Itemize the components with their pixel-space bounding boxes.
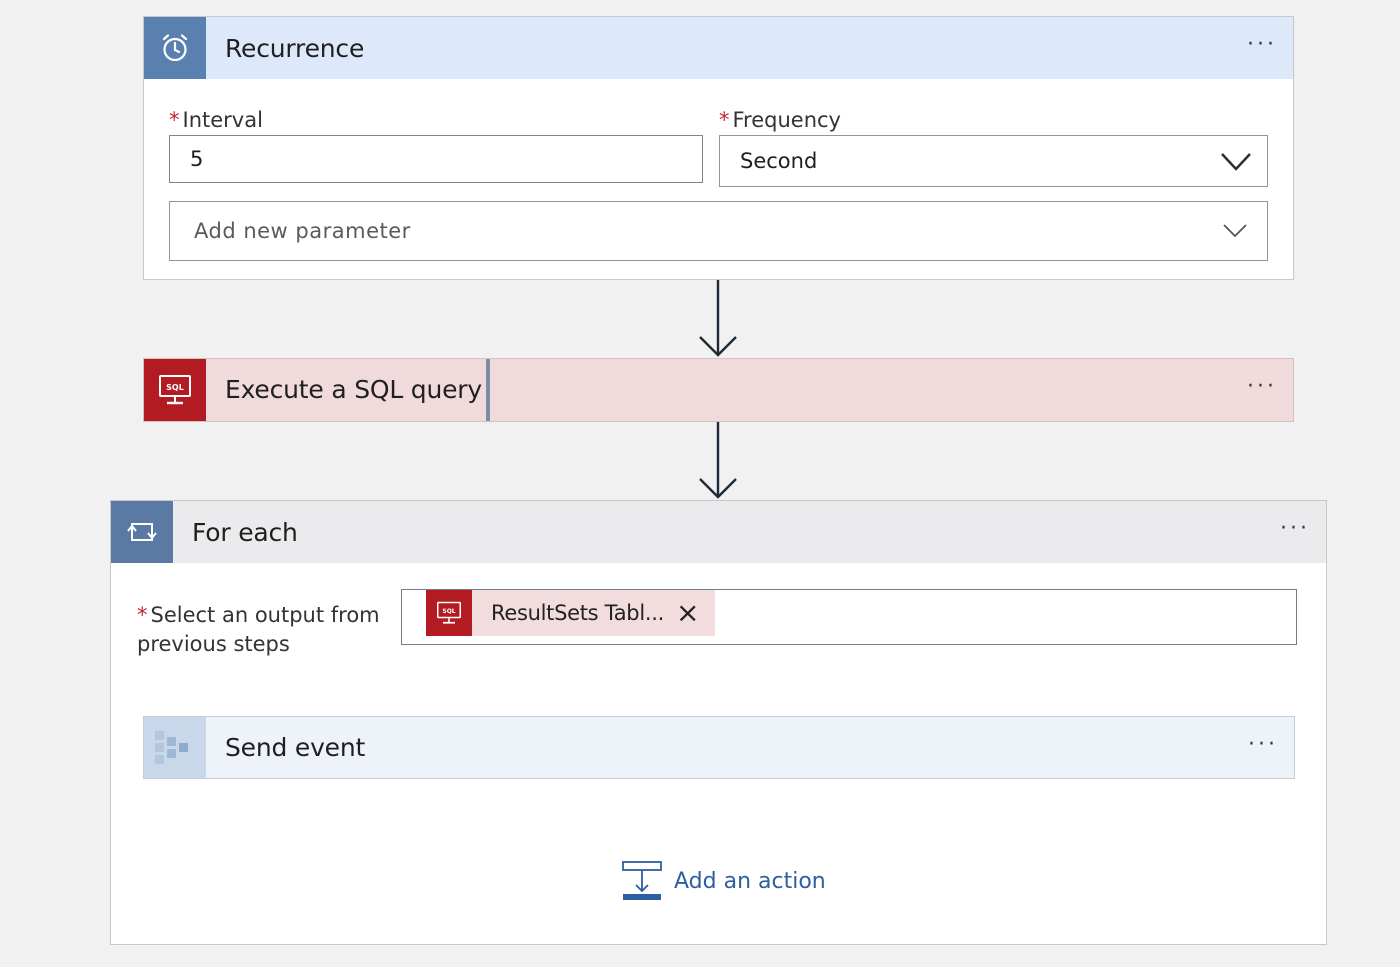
for-each-more-button[interactable]: ··· <box>1280 518 1310 540</box>
interval-input[interactable]: 5 <box>169 135 703 183</box>
recurrence-more-button[interactable]: ··· <box>1247 34 1277 56</box>
required-marker: * <box>169 108 180 132</box>
required-marker: * <box>137 603 148 627</box>
chevron-down-icon <box>1223 224 1247 238</box>
sql-icon-box: SQL <box>144 359 206 421</box>
sql-icon-text: SQL <box>166 383 184 392</box>
required-marker: * <box>719 108 730 132</box>
for-each-card: For each ··· * Select an output from prev… <box>110 500 1327 945</box>
send-event-more-button[interactable]: ··· <box>1248 734 1278 756</box>
add-action-label: Add an action <box>674 868 826 894</box>
add-new-parameter-select[interactable]: Add new parameter <box>169 201 1268 261</box>
recurrence-icon-box <box>144 17 206 79</box>
frequency-label: * Frequency <box>719 108 841 132</box>
event-hub-icon-box <box>144 717 206 778</box>
sql-query-title: Execute a SQL query <box>206 359 490 421</box>
recurrence-header[interactable]: Recurrence ··· <box>144 17 1293 79</box>
interval-label-text: Interval <box>182 108 263 132</box>
loop-icon <box>127 523 157 541</box>
send-event-title: Send event <box>225 733 366 762</box>
event-hub-icon <box>155 730 188 764</box>
frequency-label-text: Frequency <box>732 108 842 132</box>
send-event-header[interactable]: Send event ··· <box>144 717 1294 778</box>
for-each-icon-box <box>111 501 173 563</box>
flow-arrow <box>699 280 737 357</box>
flow-arrow <box>699 422 737 499</box>
sql-query-header[interactable]: SQL Execute a SQL query ··· <box>144 359 1293 421</box>
sql-query-card[interactable]: SQL Execute a SQL query ··· <box>143 358 1294 422</box>
sql-query-more-button[interactable]: ··· <box>1247 376 1277 398</box>
recurrence-card: Recurrence ··· * Interval 5 * Frequency Se… <box>143 16 1294 280</box>
interval-value: 5 <box>190 147 204 171</box>
chevron-down-icon <box>1221 153 1251 171</box>
add-action-icon <box>622 861 662 900</box>
select-output-label: * Select an output from previous steps <box>137 601 380 659</box>
token-icon-box: SQL <box>426 590 472 636</box>
alarm-clock-icon <box>162 34 188 62</box>
select-output-input[interactable]: SQL ResultSets Tabl... × <box>401 589 1297 645</box>
interval-label: * Interval <box>169 108 263 132</box>
recurrence-title: Recurrence <box>225 33 365 63</box>
for-each-header[interactable]: For each ··· <box>111 501 1326 563</box>
token-icon-text: SQL <box>442 608 455 615</box>
result-sets-token[interactable]: SQL ResultSets Tabl... × <box>426 590 715 636</box>
send-event-card[interactable]: Send event ··· <box>143 716 1295 779</box>
sql-monitor-icon: SQL <box>159 375 191 405</box>
token-label: ResultSets Tabl... <box>491 601 664 625</box>
select-output-label-line2: previous steps <box>137 632 290 656</box>
frequency-value: Second <box>740 149 818 173</box>
frequency-select[interactable]: Second <box>719 135 1268 187</box>
add-action-button[interactable]: Add an action <box>622 861 826 901</box>
close-icon[interactable]: × <box>676 599 699 627</box>
sql-monitor-icon: SQL <box>437 601 461 624</box>
add-new-parameter-placeholder: Add new parameter <box>194 219 411 243</box>
select-output-label-line1: Select an output from <box>150 603 380 627</box>
for-each-title: For each <box>192 517 298 547</box>
